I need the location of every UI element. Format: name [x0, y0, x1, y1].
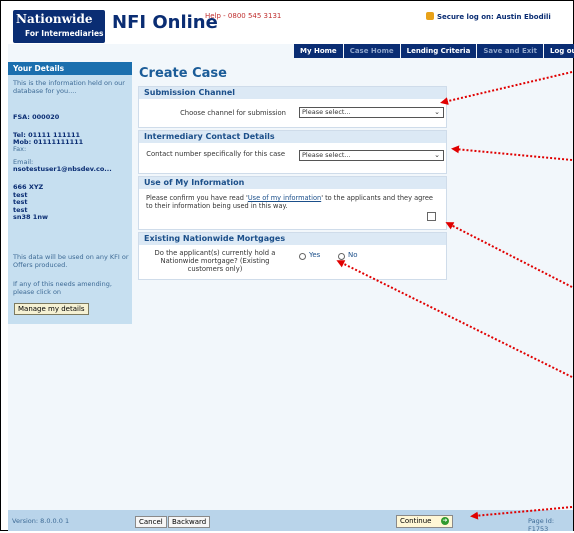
- annotation-arrow: [336, 260, 573, 378]
- annotation-arrow: [440, 71, 573, 105]
- annotation-arrow: [445, 222, 573, 288]
- annotation-arrow: [470, 506, 573, 520]
- annotation-arrows: [336, 71, 573, 520]
- annotation-arrow: [451, 145, 573, 161]
